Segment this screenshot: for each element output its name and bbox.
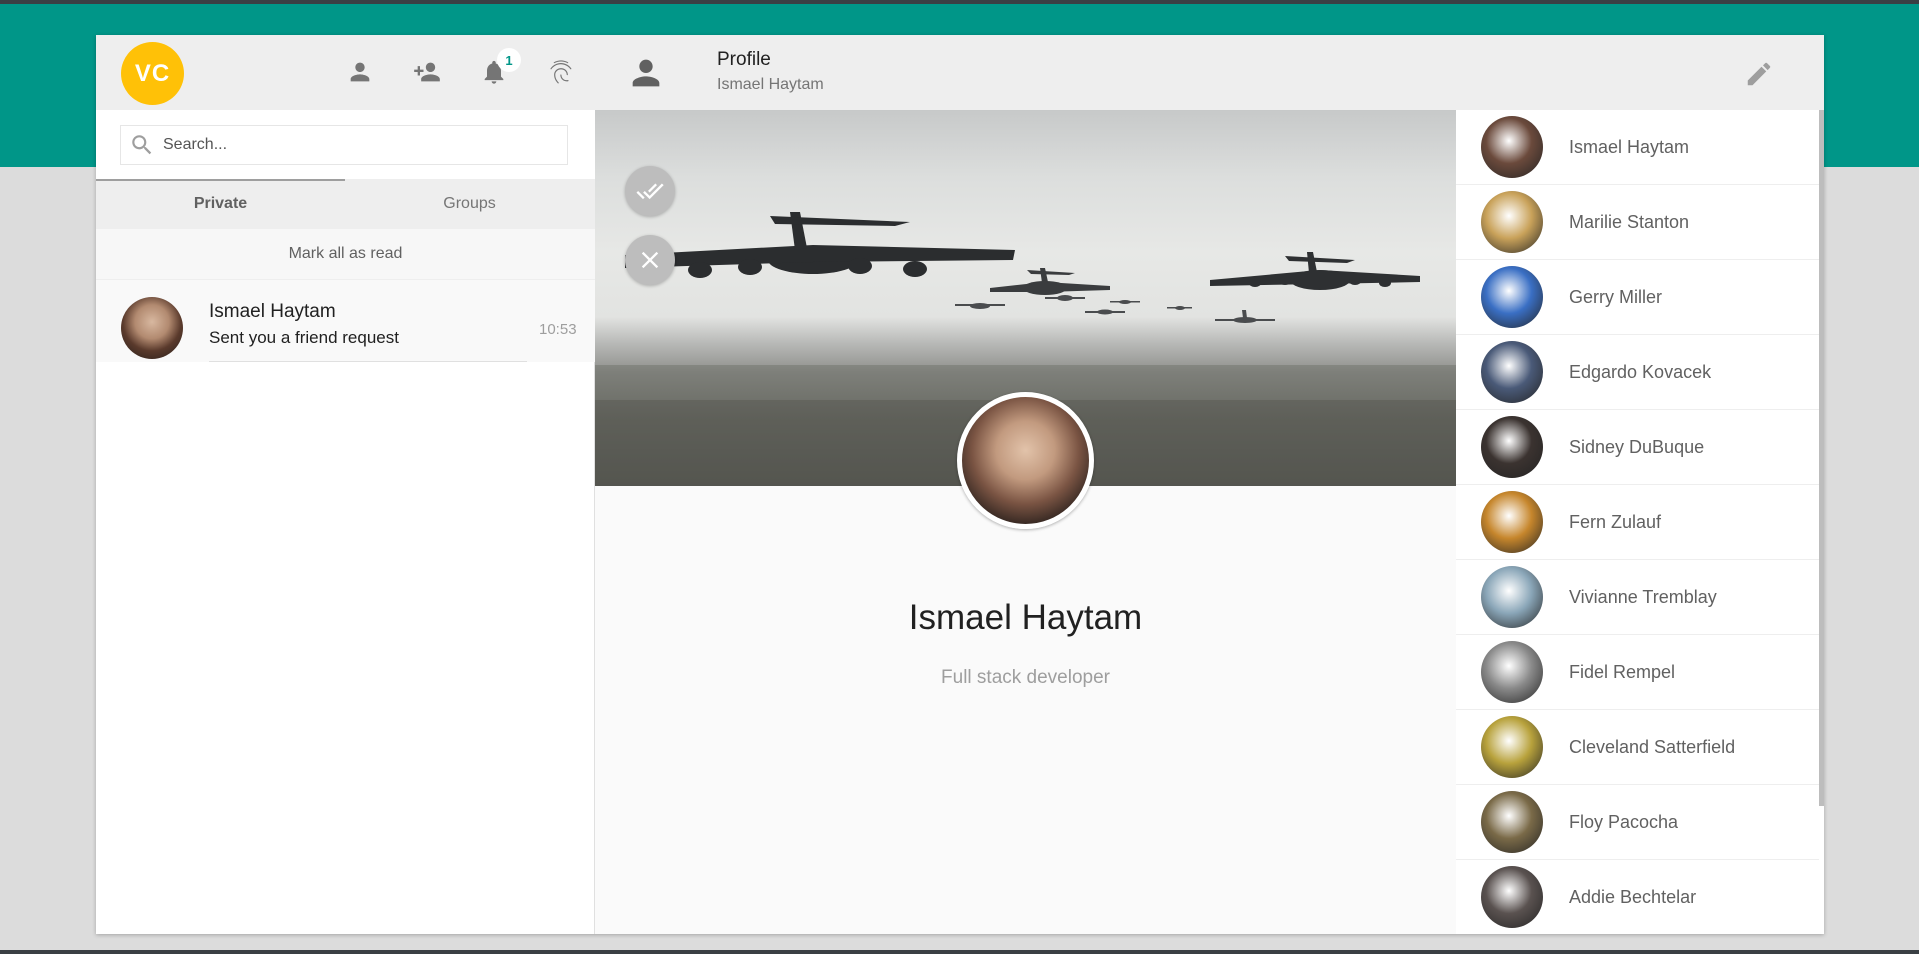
avatar — [1481, 866, 1543, 928]
avatar — [1481, 791, 1543, 853]
notification-time: 10:53 — [539, 321, 577, 338]
tab-private[interactable]: Private — [96, 179, 345, 229]
contact-name: Edgardo Kovacek — [1569, 362, 1712, 382]
list-item[interactable]: Cleveland Satterfield — [1456, 710, 1819, 785]
accept-button[interactable] — [625, 166, 675, 216]
left-header: VC 1 — [96, 35, 595, 112]
tab-groups[interactable]: Groups — [345, 179, 594, 229]
search-icon — [132, 135, 152, 155]
window-bottom-border — [0, 950, 1919, 954]
person-icon[interactable] — [326, 55, 394, 112]
profile-name: Ismael Haytam — [908, 598, 1143, 637]
user-avatar[interactable]: VC — [121, 42, 184, 105]
list-item[interactable]: Vivianne Tremblay — [1456, 560, 1819, 635]
profile-avatar — [957, 392, 1094, 529]
list-item[interactable]: Addie Bechtelar — [1456, 860, 1819, 934]
reject-button[interactable] — [625, 235, 675, 285]
list-item[interactable]: Fern Zulauf — [1456, 485, 1819, 560]
contact-name: Addie Bechtelar — [1569, 887, 1697, 907]
avatar — [1481, 641, 1543, 703]
page-title: Profile — [717, 49, 771, 70]
list-item[interactable]: Sidney DuBuque — [1456, 410, 1819, 485]
contact-name: Sidney DuBuque — [1569, 437, 1705, 457]
fingerprint-icon[interactable] — [544, 55, 578, 89]
avatar — [1481, 266, 1543, 328]
contacts-pane: Ismael Haytam Marilie Stanton Gerry Miller… — [1456, 35, 1824, 934]
list-item[interactable]: Floy Pacocha — [1456, 785, 1819, 860]
divider — [209, 361, 527, 362]
notification-message: Sent you a friend request — [209, 328, 399, 347]
list-item[interactable]: Fidel Rempel — [1456, 635, 1819, 710]
list-item[interactable]: Edgardo Kovacek — [1456, 335, 1819, 410]
avatar — [1481, 566, 1543, 628]
contact-name: Cleveland Satterfield — [1569, 737, 1736, 757]
profile-header: Profile Ismael Haytam — [595, 35, 1456, 110]
avatar — [1481, 341, 1543, 403]
avatar — [1481, 116, 1543, 178]
avatar — [1481, 491, 1543, 553]
double-check-icon — [636, 183, 664, 200]
mark-all-read-button[interactable]: Mark all as read — [96, 229, 595, 280]
notification-badge: 1 — [497, 48, 521, 72]
contact-name: Floy Pacocha — [1569, 812, 1679, 832]
profile-role: Full stack developer — [941, 667, 1110, 688]
contact-name: Vivianne Tremblay — [1569, 587, 1717, 607]
avatar — [1481, 716, 1543, 778]
contact-list: Ismael Haytam Marilie Stanton Gerry Miller… — [1456, 110, 1824, 934]
person-icon — [626, 53, 666, 93]
contact-name: Fidel Rempel — [1569, 662, 1676, 682]
avatar — [1481, 416, 1543, 478]
left-pane: VC 1 Private Groups Mark all as read — [96, 35, 595, 934]
conversation-tabs: Private Groups — [96, 179, 595, 229]
chat-app: VC 1 Private Groups Mark all as read — [96, 35, 1824, 934]
notification-item[interactable]: Ismael Haytam Sent you a friend request … — [96, 280, 595, 362]
contact-name: Marilie Stanton — [1569, 212, 1690, 232]
contact-name: Gerry Miller — [1569, 287, 1662, 307]
edit-icon[interactable] — [1744, 59, 1774, 89]
contacts-header — [1456, 35, 1824, 110]
list-item[interactable]: Ismael Haytam — [1456, 110, 1819, 185]
search-input[interactable] — [163, 136, 543, 154]
search-box[interactable] — [120, 125, 568, 165]
close-icon — [641, 251, 659, 269]
profile-pane: Profile Ismael Haytam Ismael Haytam Full… — [595, 35, 1456, 934]
list-item[interactable]: Gerry Miller — [1456, 260, 1819, 335]
avatar — [121, 297, 183, 359]
contact-name: Fern Zulauf — [1569, 512, 1662, 532]
avatar — [1481, 191, 1543, 253]
notification-name: Ismael Haytam — [209, 301, 336, 322]
list-item[interactable]: Marilie Stanton — [1456, 185, 1819, 260]
add-person-icon[interactable] — [410, 55, 444, 89]
scrollbar[interactable] — [1819, 110, 1824, 806]
page-subtitle: Ismael Haytam — [717, 76, 824, 93]
contact-name: Ismael Haytam — [1569, 137, 1690, 157]
